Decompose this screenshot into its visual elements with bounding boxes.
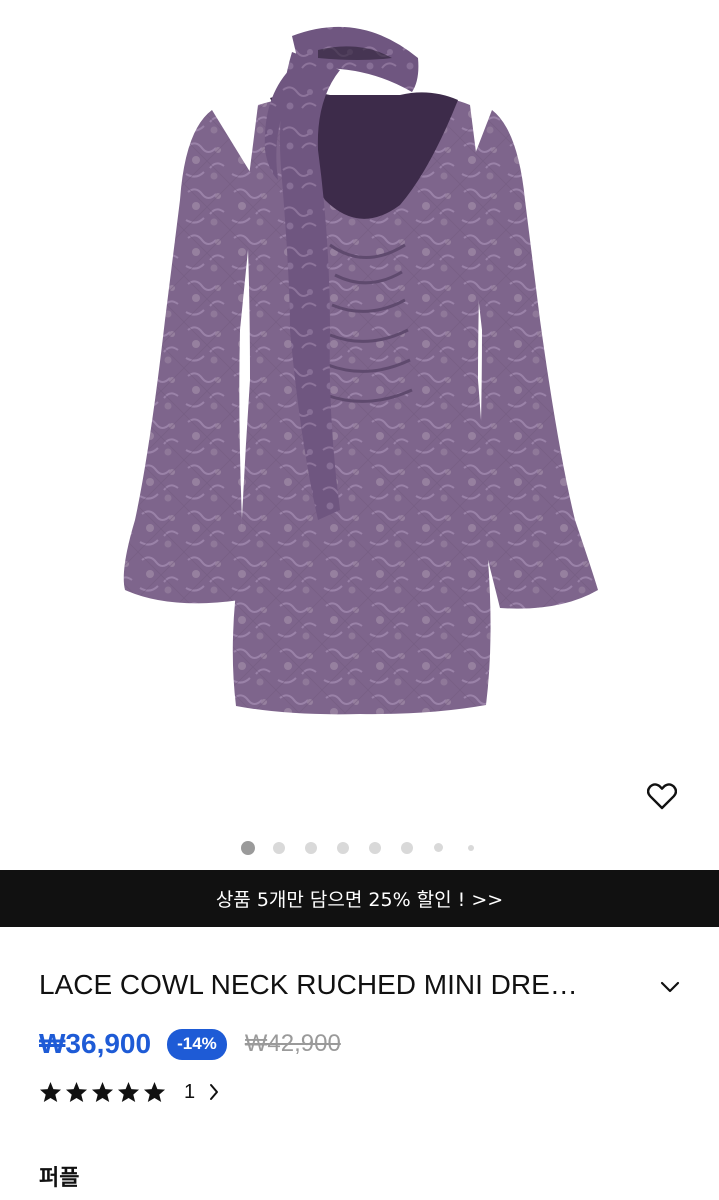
review-count: 1 bbox=[184, 1080, 196, 1103]
slide-dot[interactable] bbox=[401, 842, 413, 854]
chevron-down-icon bbox=[660, 981, 680, 993]
product-gallery[interactable] bbox=[0, 0, 719, 870]
brand-name[interactable]: 퍼플 bbox=[39, 1160, 79, 1192]
chevron-right-icon bbox=[209, 1083, 219, 1101]
price-row: ₩36,900 -14% ₩42,900 bbox=[39, 1024, 341, 1064]
promo-banner-text: 상품 5개만 담으면 25% 할인 ! >> bbox=[215, 889, 504, 911]
slide-indicator bbox=[0, 841, 719, 855]
heart-icon bbox=[647, 783, 677, 810]
slide-dot[interactable] bbox=[468, 845, 474, 851]
slide-dot-active[interactable] bbox=[241, 841, 255, 855]
rating-reviews-link[interactable]: 1 bbox=[39, 1076, 219, 1108]
star-icon bbox=[143, 1081, 166, 1103]
expand-title-button[interactable] bbox=[650, 967, 690, 1007]
star-icon bbox=[65, 1081, 88, 1103]
discount-badge: -14% bbox=[167, 1028, 227, 1060]
product-image[interactable] bbox=[0, 0, 719, 760]
slide-dot[interactable] bbox=[369, 842, 381, 854]
slide-dot[interactable] bbox=[337, 842, 349, 854]
rating-stars bbox=[39, 1081, 166, 1103]
promo-banner[interactable]: 상품 5개만 담으면 25% 할인 ! >> bbox=[0, 870, 719, 927]
sale-price: ₩36,900 bbox=[39, 1028, 152, 1059]
slide-dot[interactable] bbox=[305, 842, 317, 854]
slide-dot[interactable] bbox=[434, 843, 443, 852]
slide-dot[interactable] bbox=[273, 842, 285, 854]
product-title-row: LACE COWL NECK RUCHED MINI DRE… bbox=[0, 957, 719, 1017]
star-icon bbox=[39, 1081, 62, 1103]
original-price: ₩42,900 bbox=[244, 1030, 341, 1057]
star-icon bbox=[117, 1081, 140, 1103]
product-title: LACE COWL NECK RUCHED MINI DRE… bbox=[39, 969, 578, 1000]
wishlist-button[interactable] bbox=[640, 774, 684, 818]
star-icon bbox=[91, 1081, 114, 1103]
